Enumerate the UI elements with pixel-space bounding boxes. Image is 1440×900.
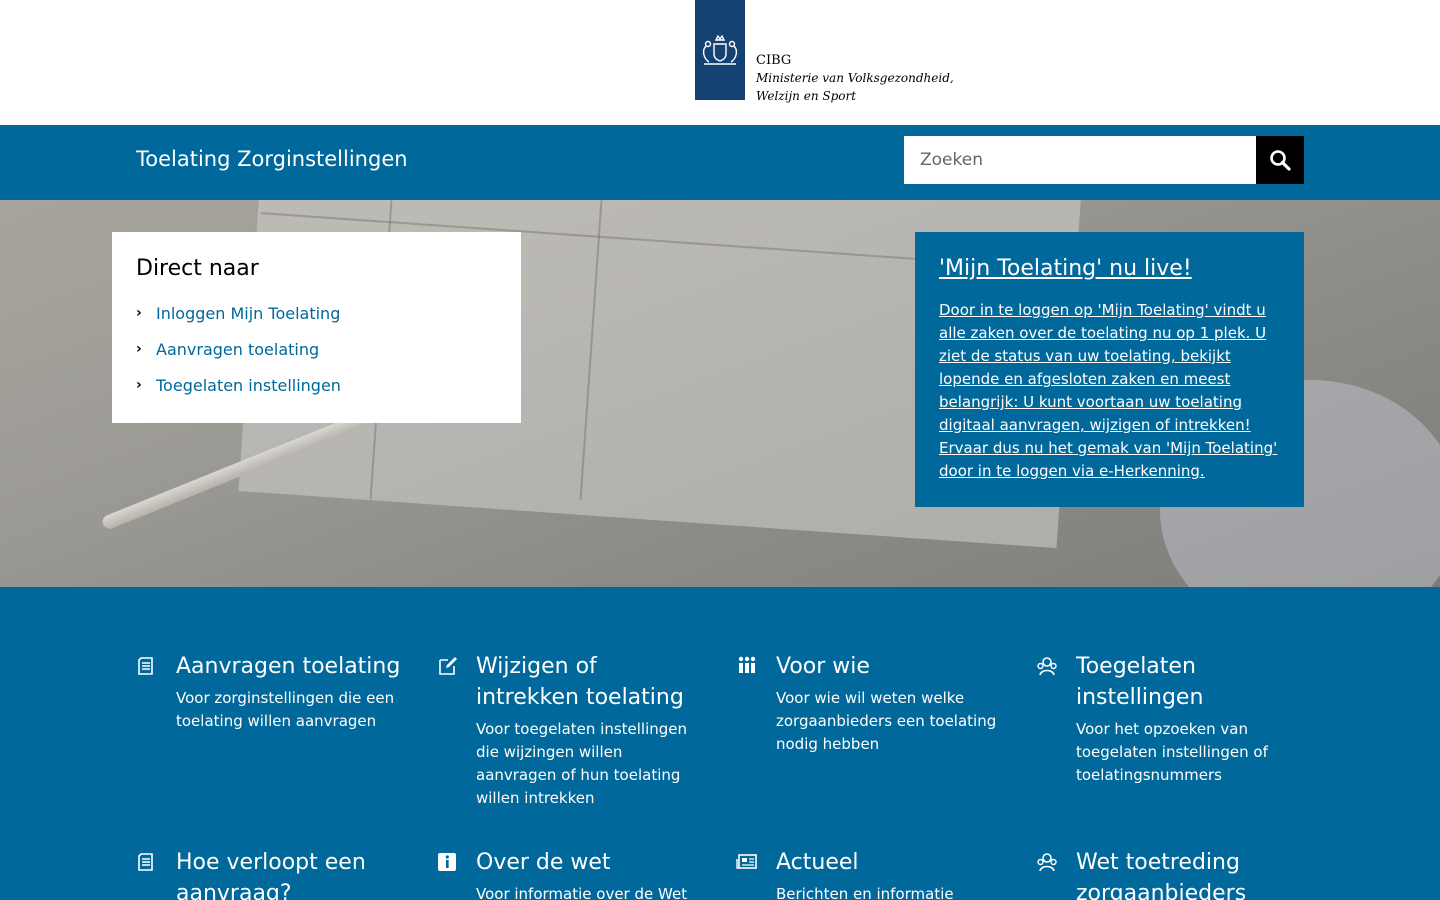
newspaper-icon (736, 854, 757, 869)
tile-description: Voor het opzoeken van toegelaten instell… (1076, 720, 1268, 784)
tile-title: Wet toetreding zorgaanbieders (1076, 850, 1247, 900)
direct-link-aanvragen[interactable]: › Aanvragen toelating (136, 331, 497, 367)
direct-link-label: Inloggen Mijn Toelating (156, 303, 341, 323)
edit-icon (439, 657, 457, 675)
tile-title: Over de wet (476, 850, 611, 875)
tile-title: Toegelaten instellingen (1076, 654, 1204, 710)
direct-link-label: Aanvragen toelating (156, 339, 320, 359)
tile-title: Hoe verloopt een aanvraag? (176, 850, 366, 900)
tile-description: Voor zorginstellingen die een toelating … (176, 689, 395, 730)
group-icon (1037, 853, 1057, 872)
people-icon (738, 656, 756, 673)
news-panel: 'Mijn Toelating' nu live! Door in te log… (915, 232, 1304, 507)
chevron-right-icon: › (136, 305, 142, 321)
group-icon (1037, 657, 1057, 676)
news-title-link[interactable]: 'Mijn Toelating' nu live! (939, 256, 1280, 281)
tiles-section: Aanvragen toelating Voor zorginstellinge… (0, 587, 1440, 900)
direct-link-label: Toegelaten instellingen (156, 375, 341, 395)
tile-over-de-wet[interactable]: Over de wet Voor informatie over de Wet (436, 847, 696, 900)
search-input[interactable] (904, 136, 1256, 184)
tile-description: Voor informatie over de Wet (476, 885, 688, 900)
tile-hoe-verloopt-aanvraag[interactable]: Hoe verloopt een aanvraag? (136, 847, 396, 900)
document-icon (138, 853, 153, 871)
ministry-name-line2: Welzijn en Sport (756, 89, 857, 103)
tile-description: Berichten en informatie (776, 885, 954, 900)
chevron-right-icon: › (136, 377, 142, 393)
chevron-right-icon: › (136, 341, 142, 357)
org-name: CIBG (756, 53, 792, 68)
tile-title: Voor wie (776, 654, 870, 679)
tile-title: Aanvragen toelating (176, 654, 401, 679)
news-body-link[interactable]: Door in te loggen op 'Mijn Toelating' vi… (939, 299, 1280, 483)
direct-link-toegelaten[interactable]: › Toegelaten instellingen (136, 367, 497, 403)
info-icon (438, 853, 456, 871)
search-button[interactable] (1256, 136, 1304, 184)
tile-actueel[interactable]: Actueel Berichten en informatie (736, 847, 996, 900)
site-title[interactable]: Toelating Zorginstellingen (136, 147, 408, 171)
hero-banner: Direct naar › Inloggen Mijn Toelating › … (0, 200, 1440, 587)
coat-of-arms-icon (702, 34, 738, 65)
tile-title: Actueel (776, 850, 859, 875)
tile-toegelaten-instellingen[interactable]: Toegelaten instellingen Voor het opzoeke… (1036, 651, 1296, 821)
direct-naar-list: › Inloggen Mijn Toelating › Aanvragen to… (136, 295, 497, 403)
logo-text[interactable]: CIBG Ministerie van Volksgezondheid, Wel… (756, 52, 954, 105)
tile-aanvragen-toelating[interactable]: Aanvragen toelating Voor zorginstellinge… (136, 651, 400, 821)
ministry-name-line1: Ministerie van Volksgezondheid, (756, 71, 954, 85)
direct-naar-panel: Direct naar › Inloggen Mijn Toelating › … (112, 232, 521, 423)
tile-title: Wijzigen of intrekken toelating (476, 654, 684, 710)
tile-description: Voor wie wil weten welke zorgaanbieders … (776, 689, 997, 753)
tile-wet-toetreding[interactable]: Wet toetreding zorgaanbieders (1036, 847, 1296, 900)
tile-voor-wie[interactable]: Voor wie Voor wie wil weten welke zorgaa… (736, 651, 996, 821)
tile-wijzigen-intrekken[interactable]: Wijzigen of intrekken toelating Voor toe… (436, 651, 696, 821)
document-icon (138, 657, 153, 675)
direct-link-inloggen[interactable]: › Inloggen Mijn Toelating (136, 295, 497, 331)
site-header: CIBG Ministerie van Volksgezondheid, Wel… (0, 0, 1440, 125)
search-icon (1270, 150, 1291, 171)
nav-bar: Toelating Zorginstellingen (0, 125, 1440, 200)
logo-bar[interactable] (695, 0, 745, 100)
tile-description: Voor toegelaten instellingen die wijzing… (476, 720, 688, 807)
direct-naar-title: Direct naar (136, 256, 259, 281)
